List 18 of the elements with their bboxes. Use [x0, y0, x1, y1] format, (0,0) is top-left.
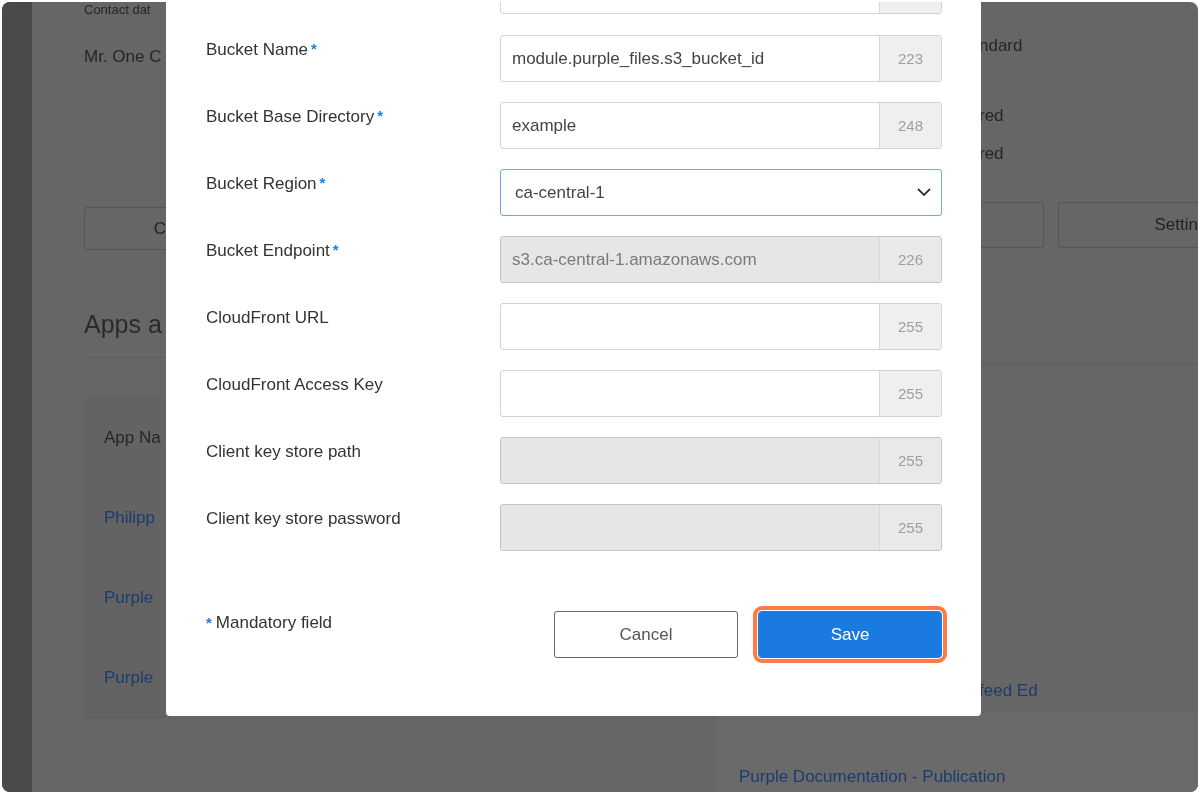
region-dropdown[interactable]: ca-central-1 [500, 169, 942, 216]
chevron-down-icon [917, 188, 931, 197]
field-label: Bucket Region * [206, 173, 327, 195]
field-label: Client key store password [206, 508, 402, 530]
section-title: Apps a [84, 310, 163, 339]
field-label: CloudFront Access Key [206, 374, 384, 396]
app-link[interactable]: feed Ed [979, 681, 1198, 701]
app-link[interactable]: Purple Documentation - Publication [739, 767, 1006, 787]
settings-button[interactable]: Settin [1058, 202, 1198, 248]
field-label: Client key store path [206, 441, 362, 463]
field-label: Bucket Name * [206, 39, 318, 61]
field-label: CloudFront URL [206, 307, 330, 329]
mandatory-note: * Mandatory field [206, 612, 334, 633]
cancel-button[interactable]: Cancel [554, 611, 738, 658]
contact-heading: Contact dat [84, 2, 152, 17]
field-label: Bucket Base Directory * [206, 106, 385, 128]
field-label: Bucket Endpoint * [206, 240, 340, 262]
contact-name: Mr. One C [84, 47, 163, 67]
